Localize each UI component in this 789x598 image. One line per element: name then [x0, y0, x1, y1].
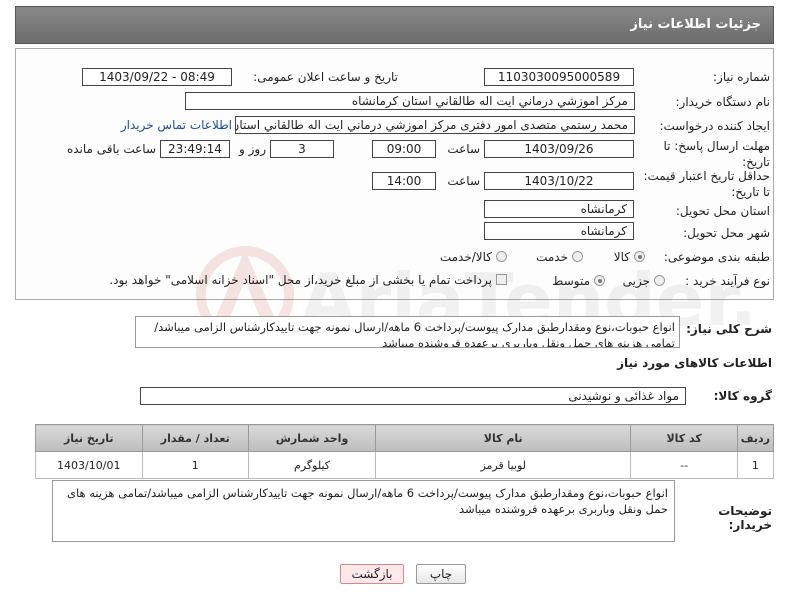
announce-datetime-field: 1403/09/22 - 08:49: [82, 68, 232, 86]
col-name: نام کالا: [375, 424, 632, 452]
category-service-label: خدمت: [536, 250, 568, 264]
print-button[interactable]: چاپ: [416, 564, 466, 584]
city-field: کرمانشاه: [484, 222, 634, 240]
col-code: کد کالا: [630, 424, 738, 452]
page-title: جزئیات اطلاعات نیاز: [630, 17, 761, 32]
category-goods-radio[interactable]: [634, 251, 645, 262]
table-row: 1 -- لوبیا قرمز کیلوگرم 1 1403/10/01: [35, 451, 775, 479]
cell-unit: کیلوگرم: [247, 451, 377, 479]
province-field: کرمانشاه: [484, 200, 634, 218]
category-service-radio[interactable]: [572, 251, 583, 262]
process-medium-radio[interactable]: [594, 275, 605, 286]
reply-date-field: 1403/09/26: [484, 140, 634, 158]
need-number-field: 1103030095000589: [484, 68, 634, 86]
back-button[interactable]: بازگشت: [340, 564, 404, 584]
validity-label: حداقل تاریخ اعتبار قیمت: تا تاریخ:: [643, 169, 770, 199]
goods-table-header: ردیف کد کالا نام کالا واحد شمارش تعداد /…: [35, 424, 775, 452]
cell-code: --: [630, 451, 738, 479]
cell-quantity: 1: [141, 451, 249, 479]
creator-field: محمد رستمي متصدی امور دفتری مرکز اموزشي …: [235, 116, 635, 134]
buyer-contact-link[interactable]: اطلاعات تماس خریدار: [100, 118, 232, 132]
validity-date-field: 1403/10/22: [484, 172, 634, 190]
treasury-payment-note: پرداخت تمام یا بخشی از مبلغ خرید،از محل …: [109, 273, 492, 287]
cell-name: لوبیا قرمز: [375, 451, 632, 479]
validity-time-word: ساعت: [447, 174, 480, 188]
reply-days-field: 3: [270, 140, 334, 158]
province-label: استان محل تحویل:: [675, 204, 770, 218]
category-goods-service-radio[interactable]: [496, 251, 507, 262]
cell-row: 1: [736, 451, 775, 479]
buyer-label: نام دستگاه خریدار:: [675, 95, 771, 109]
goods-group-field: مواد غذائی و نوشیدنی: [140, 387, 686, 405]
cell-need-date: 1403/10/01: [35, 451, 143, 479]
process-minor-radio[interactable]: [654, 275, 665, 286]
page-header: جزئیات اطلاعات نیاز: [15, 6, 774, 44]
category-goods-label: کالا: [613, 250, 630, 264]
category-goods-service-label: کالا/خدمت: [439, 250, 492, 264]
col-quantity: تعداد / مقدار: [141, 424, 249, 452]
buyer-field: مرکز اموزشي درماني ايت اله طالقاني استان…: [185, 92, 635, 110]
goods-table: ردیف کد کالا نام کالا واحد شمارش تعداد /…: [35, 424, 775, 479]
reply-deadline-label: مهلت ارسال پاسخ: تا تاریخ:: [663, 139, 770, 169]
col-row: ردیف: [736, 424, 775, 452]
remaining-time-field: 23:49:14: [160, 140, 230, 158]
description-label: شرح کلی نیاز:: [686, 322, 772, 336]
reply-time-field: 09:00: [372, 140, 436, 158]
description-textarea: انواع حبوبات،نوع ومقدارطبق مدارک پیوست/پ…: [135, 316, 680, 348]
reply-time-word: ساعت: [447, 142, 480, 156]
city-label: شهر محل تحویل:: [683, 226, 770, 240]
col-unit: واحد شمارش: [247, 424, 377, 452]
validity-time-field: 14:00: [372, 172, 436, 190]
process-medium-label: متوسط: [552, 274, 590, 288]
announce-label: تاریخ و ساعت اعلان عمومی:: [253, 70, 398, 84]
goods-section-title: اطلاعات کالاهای مورد نیاز: [617, 356, 772, 370]
buyer-notes-label: توضیحات خریدار:: [718, 504, 772, 532]
need-number-label: شماره نیاز:: [713, 70, 770, 84]
days-word: روز و: [239, 142, 266, 156]
buyer-notes-textarea: انواع حبوبات،نوع ومقدارطبق مدارک پیوست/پ…: [52, 480, 675, 542]
process-minor-label: جزیی: [622, 274, 650, 288]
remaining-word: ساعت باقی مانده: [66, 142, 156, 156]
category-label: طبقه بندی موضوعی:: [663, 250, 770, 264]
goods-group-label: گروه کالا:: [713, 389, 772, 403]
col-need-date: تاریخ نیاز: [35, 424, 143, 452]
creator-label: ایجاد کننده درخواست:: [659, 119, 770, 133]
treasury-payment-checkbox[interactable]: [496, 274, 507, 285]
process-label: نوع فرآیند خرید :: [685, 274, 770, 288]
